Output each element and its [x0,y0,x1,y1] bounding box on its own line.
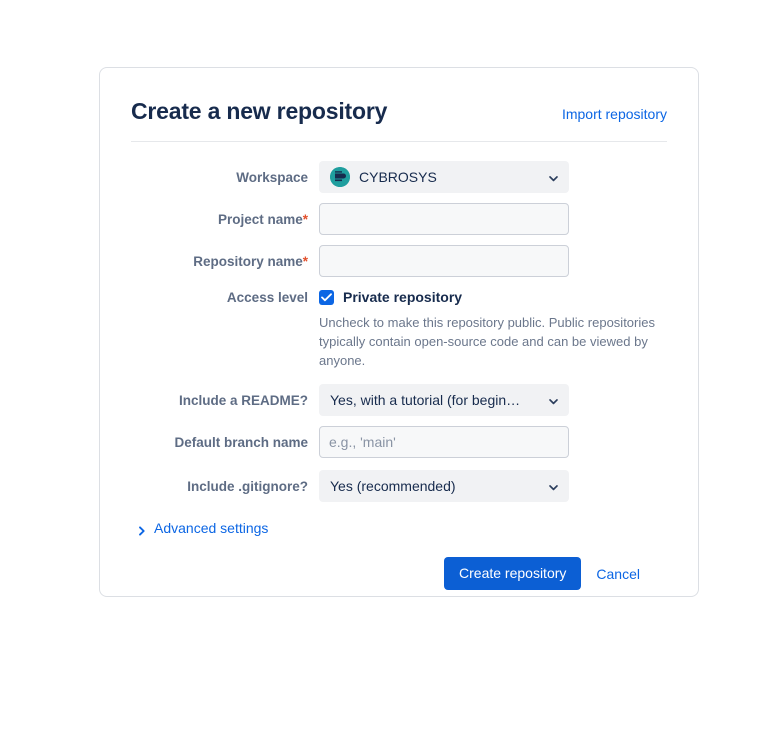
readme-label: Include a README? [178,393,308,409]
access-level-help-text: Uncheck to make this repository public. … [319,315,655,369]
create-repository-card: Create a new repository Import repositor… [99,67,699,597]
card-header: Create a new repository Import repositor… [131,98,667,143]
project-name-label: Project name* [131,203,319,228]
gitignore-value: Yes (recommended) [330,478,456,495]
cancel-button[interactable]: Cancel [596,566,640,582]
gitignore-control: Yes (recommended) [319,470,569,503]
chevron-down-icon [548,394,559,405]
project-name-input[interactable] [319,203,569,236]
row-default-branch: Default branch name [131,426,667,459]
card-inner: Create a new repository Import repositor… [100,68,698,591]
repository-name-control [319,245,569,278]
workspace-value: CYBROSYS [359,169,437,186]
private-repository-checkbox-line: Private repository [319,287,691,307]
readme-select[interactable]: Yes, with a tutorial (for begin… [319,384,569,417]
readme-value: Yes, with a tutorial (for begin… [330,392,521,409]
create-repository-form: Workspace CYBROSYS Project name* Reposit… [131,142,667,591]
private-repository-label[interactable]: Private repository [343,289,462,305]
workspace-select[interactable]: CYBROSYS [319,161,569,194]
checkmark-icon [321,293,332,302]
create-repository-button[interactable]: Create repository [444,557,582,591]
default-branch-control [319,426,569,459]
project-name-label-text: Project name [217,212,303,228]
repository-name-input[interactable] [319,245,569,278]
repository-name-label-text: Repository name [193,254,303,270]
access-level-control: Private repository Uncheck to make this … [319,287,691,370]
readme-control: Yes, with a tutorial (for begin… [319,384,569,417]
required-asterisk: * [302,212,308,228]
row-repository-name: Repository name* [131,245,667,278]
gitignore-select[interactable]: Yes (recommended) [319,470,569,503]
default-branch-input[interactable] [319,426,569,459]
form-actions: Create repository Cancel [131,557,667,591]
private-repository-checkbox[interactable] [319,289,334,305]
workspace-control: CYBROSYS [319,161,569,194]
gitignore-label: Include .gitignore? [187,479,308,495]
project-name-control [319,203,569,236]
default-branch-label: Default branch name [174,435,308,451]
row-workspace: Workspace CYBROSYS [131,161,667,194]
advanced-settings-toggle[interactable]: Advanced settings [137,520,287,536]
row-access-level: Access level Private repository Uncheck … [131,287,667,370]
advanced-settings-label: Advanced settings [154,520,269,537]
chevron-down-icon [548,480,559,491]
workspace-label: Workspace [236,170,308,186]
row-gitignore: Include .gitignore? Yes (recommended) [131,470,667,503]
workspace-avatar-icon [330,167,350,188]
row-readme: Include a README? Yes, with a tutorial (… [131,384,667,417]
page-root: Create a new repository Import repositor… [0,0,759,729]
repository-name-label: Repository name* [131,245,319,270]
row-project-name: Project name* [131,203,667,236]
chevron-right-icon [137,523,147,536]
page-title: Create a new repository [131,98,388,124]
import-repository-link[interactable]: Import repository [562,106,667,122]
chevron-down-icon [548,171,559,182]
required-asterisk: * [302,254,308,270]
access-level-label: Access level [226,290,308,306]
